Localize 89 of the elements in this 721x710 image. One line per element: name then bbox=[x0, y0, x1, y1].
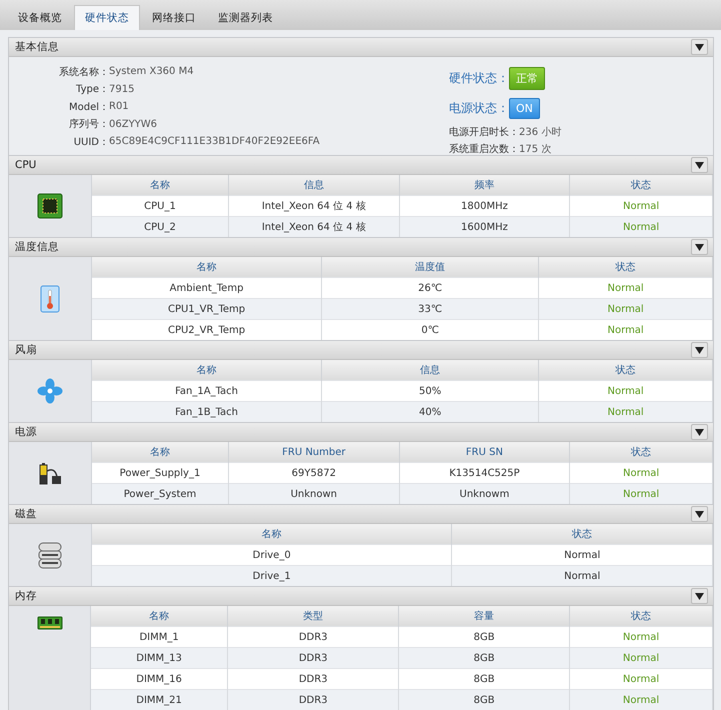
column-header: 状态 bbox=[570, 606, 712, 626]
caret-icon bbox=[695, 346, 704, 354]
status-badge: 正常 bbox=[509, 66, 545, 90]
collapse-button[interactable] bbox=[691, 239, 708, 255]
field-value: System X360 M4 bbox=[109, 66, 194, 78]
field-label: Type： bbox=[75, 83, 109, 96]
table-cell: DDR3 bbox=[228, 690, 399, 710]
field-label: 序列号： bbox=[68, 118, 109, 132]
table-cell: Fan_1B_Tach bbox=[92, 402, 322, 422]
stat-value: 236 小时 bbox=[519, 126, 562, 138]
column-header: 状态 bbox=[452, 524, 712, 544]
column-header: 名称 bbox=[92, 175, 228, 196]
column-header: 名称 bbox=[92, 442, 228, 462]
column-header: 名称 bbox=[92, 257, 322, 278]
table-cell: CPU_2 bbox=[92, 216, 228, 237]
table-cell: Drive_1 bbox=[92, 566, 452, 586]
thermometer-icon bbox=[40, 284, 60, 312]
section-title: 基本信息 bbox=[15, 40, 59, 54]
table-cell: Normal bbox=[570, 484, 712, 504]
stat-label: 系统重启次数： bbox=[449, 142, 519, 156]
table-cell: 40% bbox=[322, 402, 539, 422]
tab[interactable]: 设备概览 bbox=[8, 6, 72, 30]
column-header: 名称 bbox=[91, 606, 228, 626]
tab[interactable]: 网络接口 bbox=[142, 6, 206, 30]
collapse-button[interactable] bbox=[691, 424, 708, 440]
table-cell: 8GB bbox=[398, 690, 570, 710]
stat-value: 175 次 bbox=[519, 142, 552, 156]
table-cell: Normal bbox=[570, 690, 712, 710]
column-header: 状态 bbox=[570, 442, 712, 462]
column-header: 信息 bbox=[228, 175, 400, 196]
caret-icon bbox=[695, 592, 704, 600]
caret-icon bbox=[695, 428, 704, 436]
status-label: 电源状态： bbox=[449, 100, 509, 116]
field-value: 65C89E4C9CF111E33B1DF40F2E92EE6FA bbox=[109, 136, 320, 148]
table-cell: Power_System bbox=[92, 484, 228, 504]
table-cell: Unknown bbox=[228, 484, 400, 504]
caret-icon bbox=[695, 510, 704, 518]
chip-icon bbox=[37, 193, 63, 219]
column-header: 状态 bbox=[570, 175, 712, 196]
database-icon bbox=[37, 540, 63, 570]
table-cell: 0℃ bbox=[322, 320, 539, 340]
section-title: 风扇 bbox=[15, 343, 37, 357]
status-label: 硬件状态： bbox=[449, 70, 509, 86]
status-badge: ON bbox=[509, 98, 540, 118]
collapse-button[interactable] bbox=[691, 342, 708, 358]
stat-label: 电源开启时长： bbox=[449, 126, 519, 138]
section-title: 温度信息 bbox=[15, 240, 59, 254]
field-value: R01 bbox=[109, 101, 129, 112]
table-cell: Normal bbox=[538, 402, 712, 422]
column-header: 状态 bbox=[538, 257, 712, 278]
column-header: 类型 bbox=[228, 606, 399, 626]
collapse-button[interactable] bbox=[691, 588, 708, 604]
column-header: 状态 bbox=[538, 360, 712, 380]
field-label: 系统名称： bbox=[58, 66, 109, 79]
table-cell: Normal bbox=[538, 320, 712, 340]
column-header: FRU Number bbox=[228, 442, 400, 462]
fan-icon bbox=[37, 378, 63, 404]
column-header: 名称 bbox=[92, 360, 322, 380]
caret-icon bbox=[695, 44, 704, 50]
collapse-button[interactable] bbox=[691, 157, 708, 173]
section-title: 电源 bbox=[15, 425, 37, 439]
table-cell: DIMM_21 bbox=[91, 690, 228, 710]
table-cell: Intel_Xeon 64 位 4 核 bbox=[228, 216, 400, 237]
table-cell: Normal bbox=[570, 216, 712, 237]
caret-icon bbox=[695, 244, 704, 250]
collapse-button[interactable] bbox=[691, 506, 708, 522]
table-cell: Unknowm bbox=[399, 484, 570, 504]
memory-module-icon bbox=[36, 616, 62, 630]
column-header: FRU SN bbox=[399, 442, 570, 462]
table-cell: Normal bbox=[452, 566, 712, 586]
column-header: 名称 bbox=[92, 524, 452, 544]
table-cell: 1600MHz bbox=[399, 216, 570, 237]
section-title: 内存 bbox=[15, 589, 37, 603]
section-title: 磁盘 bbox=[15, 507, 37, 521]
caret-icon bbox=[695, 162, 704, 168]
field-label: UUID： bbox=[72, 136, 109, 149]
column-header: 容量 bbox=[398, 606, 570, 626]
tab[interactable]: 监测器列表 bbox=[208, 6, 283, 30]
section-title: CPU bbox=[15, 159, 36, 171]
column-header: 频率 bbox=[399, 175, 570, 196]
collapse-button[interactable] bbox=[691, 39, 708, 55]
field-value: 7915 bbox=[109, 84, 134, 95]
field-label: Model： bbox=[68, 100, 109, 114]
battery-plug-icon bbox=[38, 461, 62, 485]
tab[interactable]: 硬件状态 bbox=[74, 5, 140, 30]
column-header: 信息 bbox=[322, 360, 539, 380]
field-value: 06ZYYW6 bbox=[109, 118, 158, 130]
table-cell: CPU2_VR_Temp bbox=[92, 320, 322, 340]
column-header: 温度值 bbox=[322, 257, 539, 278]
